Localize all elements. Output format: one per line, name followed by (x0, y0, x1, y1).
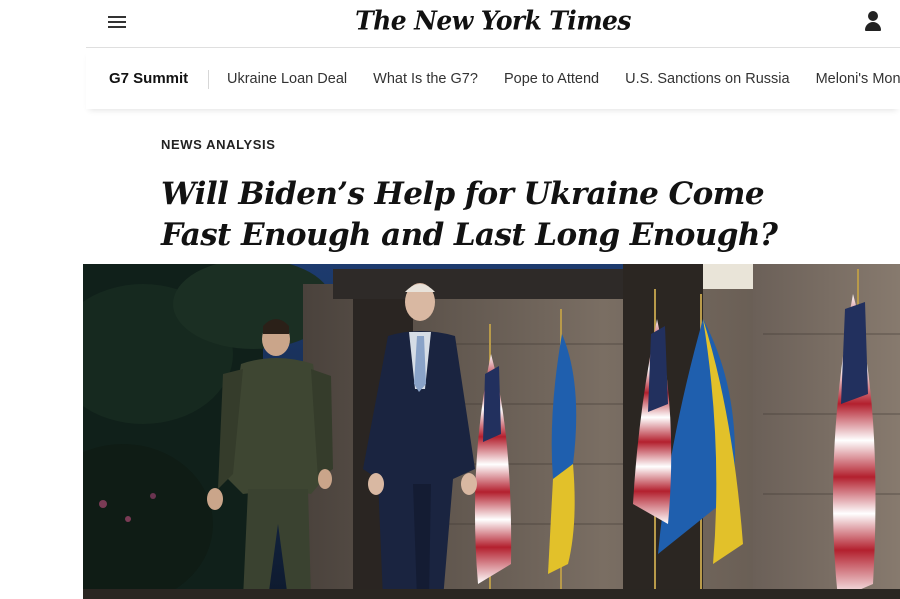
nav-items: Ukraine Loan Deal What Is the G7? Pope t… (227, 71, 900, 87)
nav-item-meloni[interactable]: Meloni's Mon (816, 71, 900, 87)
account-icon[interactable] (864, 11, 882, 33)
nav-divider (208, 70, 209, 89)
masthead: The New York Times (86, 0, 900, 48)
logo-text[interactable]: The New York Times (355, 5, 631, 35)
site-logo[interactable]: The New York Times (86, 5, 900, 35)
article-kicker: NEWS ANALYSIS (161, 137, 276, 152)
section-nav: G7 Summit Ukraine Loan Deal What Is the … (86, 49, 900, 109)
nav-item-what-is-g7[interactable]: What Is the G7? (373, 71, 478, 87)
nav-item-ukraine-loan-deal[interactable]: Ukraine Loan Deal (227, 71, 347, 87)
article-headline: Will Biden’s Help for Ukraine Come Fast … (161, 176, 778, 253)
lead-photo-illustration (83, 264, 900, 599)
nav-item-us-sanctions[interactable]: U.S. Sanctions on Russia (625, 71, 789, 87)
lead-photo (83, 264, 900, 599)
nav-title[interactable]: G7 Summit (109, 70, 188, 87)
nav-item-pope-to-attend[interactable]: Pope to Attend (504, 71, 599, 87)
